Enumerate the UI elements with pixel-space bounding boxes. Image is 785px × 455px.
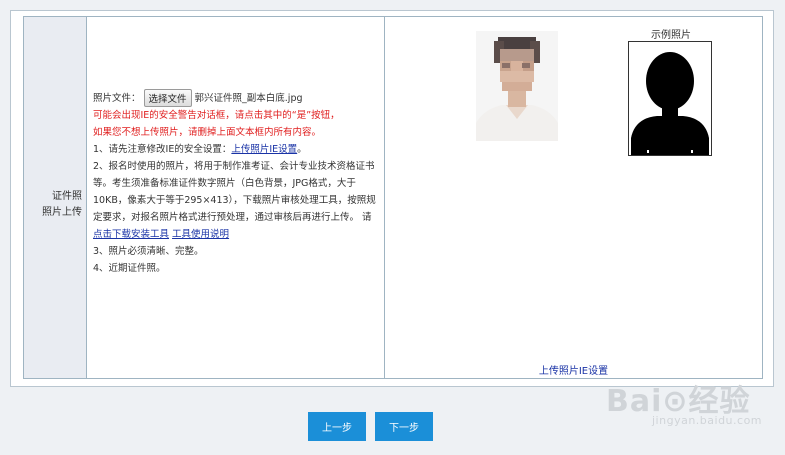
note-3: 3、照片必须清晰、完整。 [93,246,204,257]
next-step-button[interactable]: 下一步 [375,412,433,441]
note-2-text: 2、报名时使用的照片，将用于制作准考证、会计专业技术资格证书等。考生须准备标准证… [93,161,376,223]
upload-table: 证件照 照片上传 照片文件： 选择文件 郭兴证件照_副本白底.jpg 可能会出现… [23,16,763,379]
example-photo [628,41,712,156]
field-label: 证件照 照片上传 [24,189,86,221]
label-cell: 证件照 照片上传 [24,17,87,378]
instructions: 照片文件： 选择文件 郭兴证件照_副本白底.jpg 可能会出现IE的安全警告对话… [93,89,379,277]
warning-line-2: 如果您不想上传照片，请删掉上面文本框内所有内容。 [93,127,322,138]
instructions-cell: 照片文件： 选择文件 郭兴证件照_副本白底.jpg 可能会出现IE的安全警告对话… [87,17,385,378]
choose-file-button[interactable]: 选择文件 [143,89,192,107]
photo-ie-link-row: 上传照片IE设置 [385,362,762,377]
baidu-watermark: Bai⊙经验 jingyan.baidu.com [606,376,776,432]
file-row: 照片文件： 选择文件 郭兴证件照_副本白底.jpg [93,89,379,107]
warning-line-1: 可能会出现IE的安全警告对话框，请点击其中的“是”按钮， [93,110,340,121]
person-photo-image [476,31,558,141]
file-label: 照片文件： [93,92,141,104]
tool-guide-link[interactable]: 工具使用说明 [172,229,229,240]
previous-step-button[interactable]: 上一步 [308,412,366,441]
note-2: 2、报名时使用的照片，将用于制作准考证、会计专业技术资格证书等。考生须准备标准证… [93,158,379,243]
note-1: 1、请先注意修改IE的安全设置：上传照片IE设置。 [93,141,379,158]
example-photo-title: 示例照片 [651,30,691,41]
uploaded-photo-preview [476,31,558,141]
selected-file-name: 郭兴证件照_副本白底.jpg [194,92,303,104]
note-1-prefix: 1、请先注意修改IE的安全设置： [93,144,232,155]
ie-settings-link[interactable]: 上传照片IE设置 [231,144,297,155]
photo-cell: 示例照片 上传照片IE设置 [385,17,762,378]
note-1-suffix: 。 [297,144,307,155]
watermark-url: jingyan.baidu.com [652,414,763,427]
download-tool-link[interactable]: 点击下载安装工具 [93,229,169,240]
photo-ie-settings-link[interactable]: 上传照片IE设置 [539,366,608,377]
silhouette-icon [631,52,709,155]
form-frame: 证件照 照片上传 照片文件： 选择文件 郭兴证件照_副本白底.jpg 可能会出现… [10,10,774,387]
field-label-line1: 证件照 [52,191,82,202]
field-label-line2: 照片上传 [42,207,82,218]
note-4: 4、近期证件照。 [93,263,166,274]
